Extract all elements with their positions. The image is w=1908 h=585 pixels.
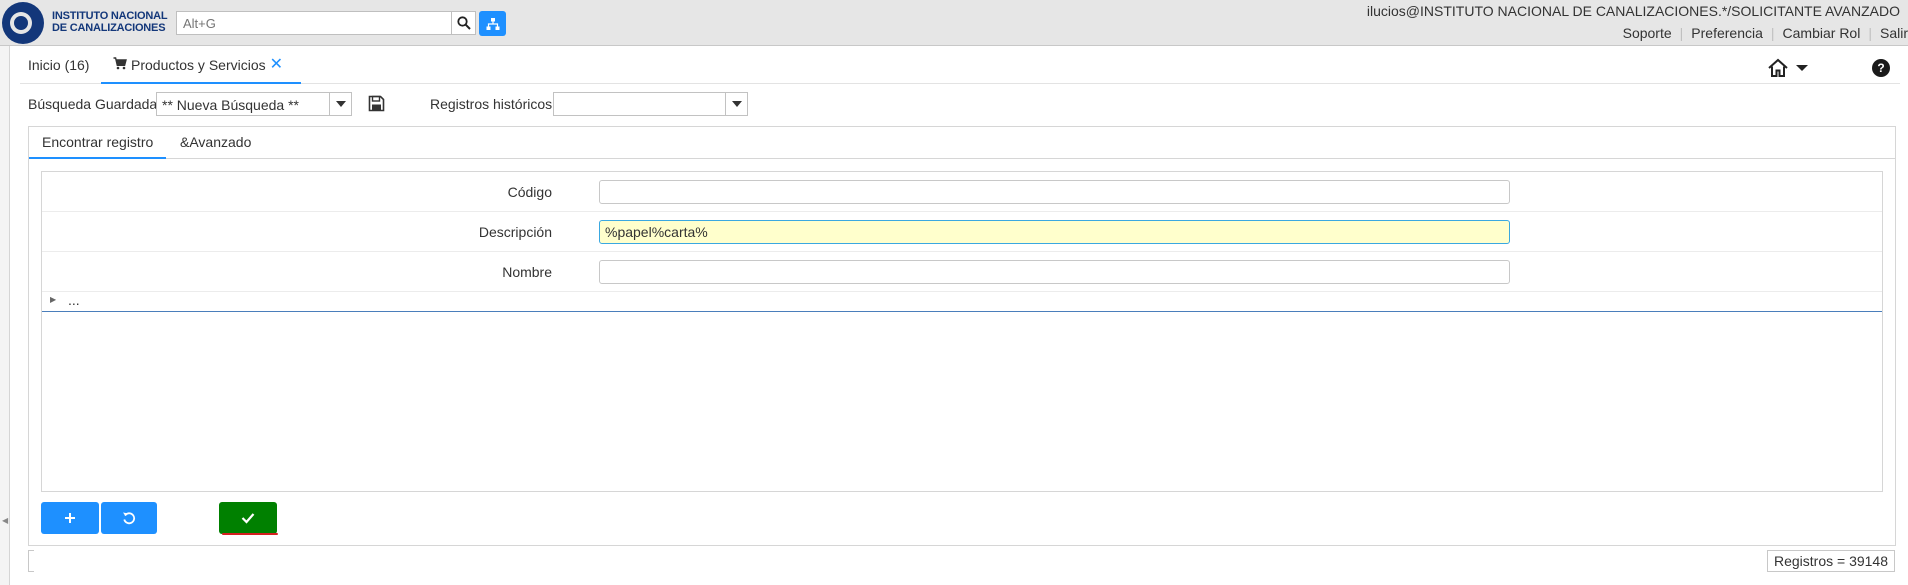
find-tabs: Encontrar registro &Avanzado bbox=[29, 127, 1895, 159]
field-nombre-input[interactable] bbox=[600, 261, 1509, 283]
user-context: ilucios@INSTITUTO NACIONAL DE CANALIZACI… bbox=[1366, 3, 1900, 19]
field-row-nombre: Nombre bbox=[42, 252, 1882, 292]
link-soporte[interactable]: Soporte bbox=[1615, 25, 1680, 41]
logo-text: INSTITUTO NACIONAL DE CANALIZACIONES bbox=[52, 10, 168, 34]
institution-logo[interactable]: INSTITUTO NACIONAL DE CANALIZACIONES bbox=[0, 0, 172, 46]
help-icon[interactable]: ? bbox=[1872, 59, 1890, 77]
home-icon bbox=[1768, 58, 1788, 77]
tab-products-label: Productos y Servicios bbox=[131, 57, 266, 73]
ok-button[interactable] bbox=[219, 502, 277, 534]
top-header: INSTITUTO NACIONAL DE CANALIZACIONES ilu… bbox=[0, 0, 1908, 46]
query-bar: Búsqueda Guardada ** Nueva Búsqueda ** R… bbox=[28, 92, 1528, 116]
field-row-codigo: Código bbox=[42, 172, 1882, 212]
more-fields-label: ... bbox=[68, 292, 80, 308]
tab-products-services[interactable]: Productos y Servicios ✕ bbox=[101, 52, 301, 84]
field-label-nombre: Nombre bbox=[502, 264, 552, 280]
logo-line-2: DE CANALIZACIONES bbox=[52, 22, 166, 34]
new-criteria-button[interactable] bbox=[41, 502, 99, 534]
undo-icon bbox=[123, 512, 136, 525]
window-tabs: Inicio (16) Productos y Servicios ✕ bbox=[20, 52, 1900, 84]
save-query-icon[interactable] bbox=[368, 95, 385, 115]
expand-left-icon[interactable]: ◀ bbox=[2, 516, 8, 525]
plus-icon bbox=[65, 513, 75, 523]
cart-icon bbox=[113, 55, 127, 75]
focus-underline bbox=[222, 533, 278, 535]
separator: | bbox=[1770, 25, 1775, 41]
field-descripcion-box[interactable] bbox=[599, 220, 1510, 244]
expand-arrow-icon[interactable]: ▶ bbox=[50, 295, 56, 304]
west-panel-splitter[interactable]: ◀ bbox=[0, 46, 10, 585]
link-salir[interactable]: Salir bbox=[1872, 25, 1908, 41]
link-preferencia[interactable]: Preferencia bbox=[1683, 25, 1771, 41]
search-form: Código Descripción Nombre ▶ ... bbox=[41, 171, 1883, 492]
saved-search-combo[interactable]: ** Nueva Búsqueda ** bbox=[156, 92, 352, 116]
history-records-combo[interactable] bbox=[553, 92, 748, 116]
caret-down-icon bbox=[1796, 65, 1808, 71]
close-tab-icon[interactable]: ✕ bbox=[270, 55, 283, 75]
search-button[interactable] bbox=[452, 11, 476, 35]
saved-search-label: Búsqueda Guardada bbox=[28, 96, 158, 112]
top-links: Soporte | Preferencia | Cambiar Rol | Salir bbox=[1615, 25, 1908, 41]
global-search-input[interactable] bbox=[177, 12, 451, 34]
menu-tree-button[interactable] bbox=[479, 11, 506, 36]
history-records-label: Registros históricos bbox=[430, 96, 553, 112]
status-left-segment bbox=[28, 550, 34, 572]
caret-down-icon bbox=[335, 101, 346, 107]
history-dropdown-button[interactable] bbox=[725, 93, 747, 115]
global-search-box[interactable] bbox=[176, 11, 452, 35]
field-codigo-input[interactable] bbox=[600, 181, 1509, 203]
logo-line-1: INSTITUTO NACIONAL bbox=[52, 10, 168, 22]
sitemap-icon bbox=[486, 17, 499, 30]
search-icon bbox=[456, 16, 471, 30]
check-icon bbox=[241, 513, 255, 524]
link-cambiar-rol[interactable]: Cambiar Rol bbox=[1775, 25, 1869, 41]
field-label-descripcion: Descripción bbox=[478, 224, 552, 240]
field-row-descripcion: Descripción bbox=[42, 212, 1882, 252]
field-codigo-box[interactable] bbox=[599, 180, 1510, 204]
saved-search-value: ** Nueva Búsqueda ** bbox=[162, 97, 299, 113]
more-fields-toggle[interactable]: ▶ ... bbox=[42, 292, 1882, 312]
saved-search-dropdown-button[interactable] bbox=[329, 93, 351, 115]
logo-emblem bbox=[2, 2, 44, 44]
tab-home[interactable]: Inicio (16) bbox=[28, 52, 89, 84]
field-nombre-box[interactable] bbox=[599, 260, 1510, 284]
tab-advanced[interactable]: &Avanzado bbox=[167, 127, 264, 159]
field-descripcion-input[interactable] bbox=[600, 221, 1509, 243]
reset-button[interactable] bbox=[101, 502, 157, 534]
tab-find-record[interactable]: Encontrar registro bbox=[29, 127, 167, 159]
caret-down-icon bbox=[731, 101, 742, 107]
home-menu[interactable] bbox=[1767, 58, 1809, 78]
field-label-codigo: Código bbox=[507, 184, 552, 200]
find-panel: Encontrar registro &Avanzado Código Desc… bbox=[28, 126, 1896, 546]
record-count: Registros = 39148 bbox=[1767, 550, 1895, 572]
